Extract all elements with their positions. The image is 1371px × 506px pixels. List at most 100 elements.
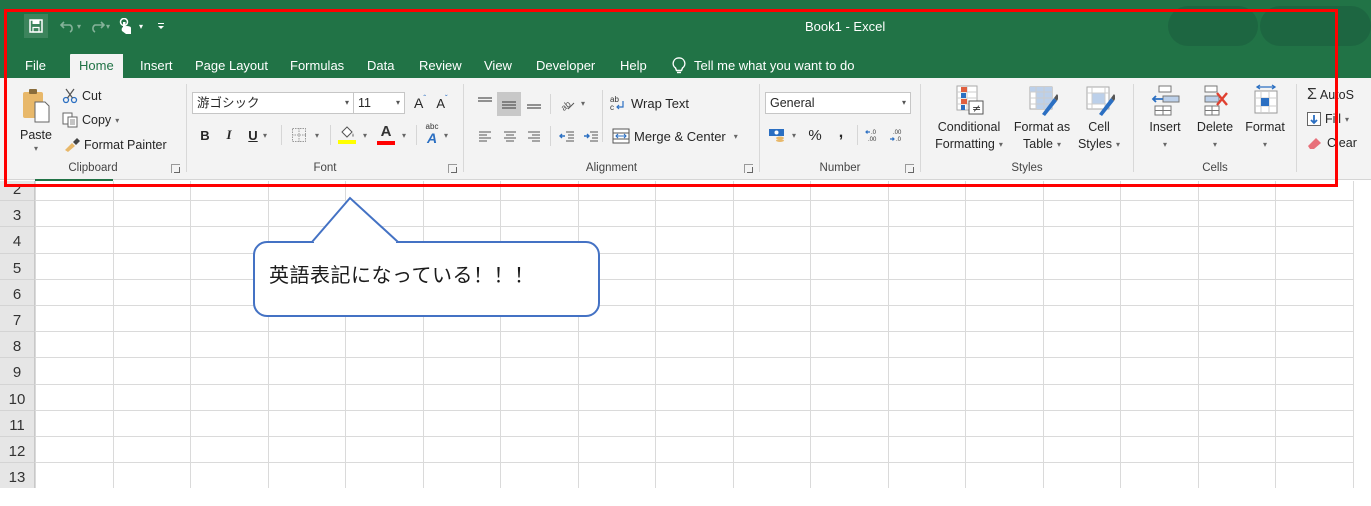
paste-label: Paste <box>20 127 52 142</box>
column-gridline <box>1197 181 1199 488</box>
customize-qat-button[interactable] <box>153 14 169 38</box>
undo-dropdown-icon[interactable]: ▾ <box>77 22 81 31</box>
top-align-button[interactable] <box>474 92 496 114</box>
middle-align-icon <box>502 101 516 109</box>
cut-button[interactable]: Cut <box>62 86 101 106</box>
row-header[interactable]: 3 <box>0 201 35 228</box>
tab-developer[interactable]: Developer <box>527 54 604 78</box>
paste-dropdown-icon[interactable]: ▾ <box>34 144 38 153</box>
redo-button[interactable]: ▾ <box>85 14 114 38</box>
font-size-combobox[interactable]: 11 ▾ <box>353 92 405 114</box>
decrease-indent-button[interactable] <box>556 126 578 146</box>
tab-insert[interactable]: Insert <box>131 54 182 78</box>
redo-dropdown-icon[interactable]: ▾ <box>106 22 110 31</box>
tab-file[interactable]: File <box>16 54 55 78</box>
clear-button[interactable]: Clear <box>1307 133 1357 153</box>
save-button[interactable] <box>24 14 48 38</box>
font-size-dropdown-icon[interactable]: ▾ <box>396 93 400 113</box>
fill-button[interactable]: Fill ▾ <box>1307 109 1349 129</box>
orientation-button[interactable]: ab <box>556 92 578 114</box>
row-header[interactable]: 4 <box>0 227 35 254</box>
font-name-combobox[interactable]: 游ゴシック ▾ <box>192 92 354 114</box>
percent-style-button[interactable]: % <box>806 124 824 146</box>
number-format-dropdown-icon[interactable]: ▾ <box>902 93 906 113</box>
undo-button[interactable]: ▾ <box>56 14 85 38</box>
comma-style-button[interactable]: , <box>834 122 848 144</box>
tab-view[interactable]: View <box>475 54 521 78</box>
delete-cells-icon <box>1204 85 1228 116</box>
column-gridline <box>1042 181 1044 488</box>
underline-dropdown-icon[interactable]: ▾ <box>263 131 267 140</box>
italic-button[interactable]: I <box>221 124 237 146</box>
phonetic-guide-button[interactable]: abc A <box>423 122 441 146</box>
font-launcher-icon[interactable] <box>448 164 457 173</box>
middle-align-button[interactable] <box>497 92 521 116</box>
font-name-dropdown-icon[interactable]: ▾ <box>345 93 349 113</box>
row-header[interactable]: 8 <box>0 332 35 359</box>
clipboard-launcher-icon[interactable] <box>171 164 180 173</box>
tab-page-layout[interactable]: Page Layout <box>186 54 277 78</box>
delete-cells-button[interactable]: Delete ▾ <box>1190 84 1240 160</box>
row-header[interactable]: 9 <box>0 358 35 385</box>
increase-font-size-button[interactable]: Aˆ <box>411 93 429 113</box>
align-left-button[interactable] <box>474 126 496 146</box>
merge-center-dropdown-icon[interactable]: ▾ <box>734 132 738 141</box>
tab-data[interactable]: Data <box>358 54 403 78</box>
styles-group: ≠ Conditional Formatting ▾ Format as Tabl… <box>921 80 1133 178</box>
bold-button[interactable]: B <box>197 124 213 146</box>
row-header[interactable]: 13 <box>0 463 35 488</box>
underline-button[interactable]: U <box>245 124 261 146</box>
tab-help[interactable]: Help <box>611 54 656 78</box>
borders-button[interactable] <box>290 125 308 145</box>
fill-down-icon <box>1307 112 1321 126</box>
cell-styles-button[interactable]: Cell Styles ▾ <box>1073 84 1125 160</box>
format-painter-icon <box>65 138 80 152</box>
font-color-button[interactable]: A <box>376 122 396 146</box>
merge-center-button[interactable]: Merge & Center ▾ <box>612 126 738 146</box>
row-header[interactable]: 11 <box>0 410 35 437</box>
row-header[interactable]: 5 <box>0 253 35 280</box>
align-center-button[interactable] <box>499 126 521 146</box>
fill-color-button[interactable] <box>337 122 357 146</box>
format-as-table-label-1: Format as <box>1013 120 1071 134</box>
autosum-button[interactable]: Σ AutoS <box>1307 85 1354 105</box>
row-header[interactable]: 12 <box>0 437 35 464</box>
number-launcher-icon[interactable] <box>905 164 914 173</box>
phonetic-dropdown-icon[interactable]: ▾ <box>444 131 448 140</box>
fill-color-dropdown-icon[interactable]: ▾ <box>363 131 367 140</box>
format-painter-button[interactable]: Format Painter <box>64 135 167 155</box>
row-header[interactable]: 7 <box>0 306 35 333</box>
tab-home[interactable]: Home <box>70 54 123 78</box>
decrease-font-size-button[interactable]: Aˇ <box>433 93 451 113</box>
increase-decimal-button[interactable]: .0 .00 <box>863 124 883 146</box>
increase-indent-button[interactable] <box>580 126 602 146</box>
number-format-combobox[interactable]: General ▾ <box>765 92 911 114</box>
conditional-formatting-button[interactable]: ≠ Conditional Formatting ▾ <box>927 84 1011 160</box>
copy-dropdown-icon[interactable]: ▾ <box>115 116 119 125</box>
borders-dropdown-icon[interactable]: ▾ <box>315 131 319 140</box>
format-as-table-button[interactable]: Format as Table ▾ <box>1009 84 1075 160</box>
paste-button[interactable]: Paste ▾ <box>14 82 58 158</box>
tab-formulas[interactable]: Formulas <box>281 54 353 78</box>
row-header[interactable]: 10 <box>0 384 35 411</box>
touch-mode-dropdown-icon[interactable]: ▾ <box>139 22 143 31</box>
copy-button[interactable]: Copy ▾ <box>62 110 119 130</box>
font-color-dropdown-icon[interactable]: ▾ <box>402 131 406 140</box>
accounting-dropdown-icon[interactable]: ▾ <box>792 131 796 140</box>
format-cells-button[interactable]: Format ▾ <box>1238 84 1292 160</box>
row-header[interactable]: 2 <box>0 181 35 202</box>
worksheet-grid[interactable]: 2 3 4 5 6 7 8 9 10 11 12 13 <box>0 181 1371 488</box>
align-right-button[interactable] <box>523 126 545 146</box>
row-header[interactable]: 6 <box>0 279 35 306</box>
touch-mode-button[interactable]: ▾ <box>114 14 147 38</box>
decrease-decimal-button[interactable]: .00 .0 <box>887 124 907 146</box>
wrap-text-button[interactable]: ab c Wrap Text <box>609 93 689 113</box>
accounting-format-button[interactable] <box>766 124 788 146</box>
bottom-align-button[interactable] <box>523 92 545 114</box>
column-gridline <box>1352 181 1354 488</box>
alignment-launcher-icon[interactable] <box>744 164 753 173</box>
tell-me-search[interactable]: Tell me what you want to do <box>672 54 854 78</box>
tab-review[interactable]: Review <box>410 54 471 78</box>
insert-cells-button[interactable]: Insert ▾ <box>1142 84 1188 160</box>
orientation-dropdown-icon[interactable]: ▾ <box>581 99 585 108</box>
